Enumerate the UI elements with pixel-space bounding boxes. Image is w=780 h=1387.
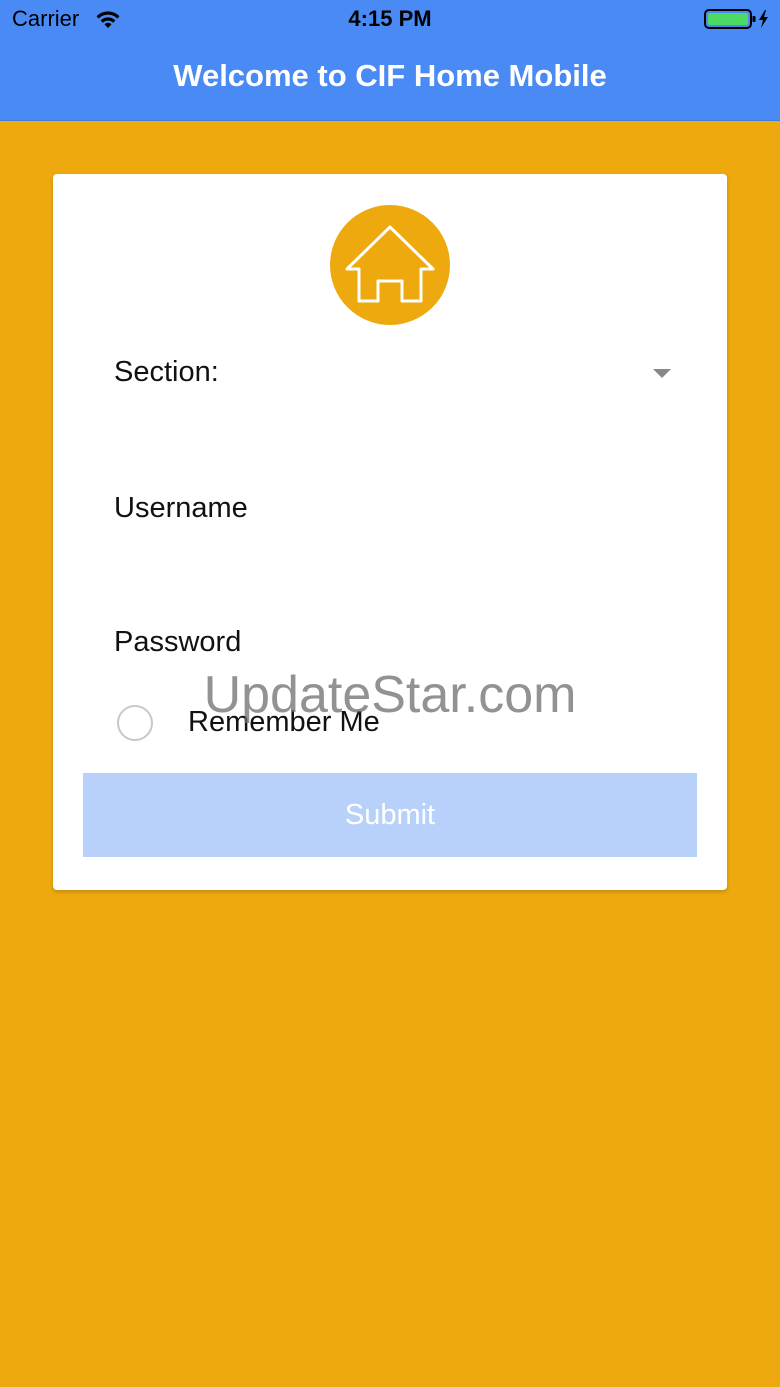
remember-me-radio[interactable] xyxy=(117,705,153,741)
top-bar: Carrier 4:15 PM Welcome to CIF Home Mobi… xyxy=(0,0,780,121)
remember-me-label[interactable]: Remember Me xyxy=(188,706,380,739)
battery-charging-icon xyxy=(704,9,768,29)
caret-down-icon[interactable] xyxy=(653,369,671,378)
status-time: 4:15 PM xyxy=(348,6,432,31)
login-card: Section: Remember Me Submit xyxy=(53,174,727,890)
section-label: Section: xyxy=(114,356,219,388)
password-input[interactable] xyxy=(114,612,674,672)
username-input[interactable] xyxy=(114,478,674,538)
section-dropdown[interactable]: Section: xyxy=(53,344,727,404)
submit-button[interactable]: Submit xyxy=(83,773,697,857)
page-title: Welcome to CIF Home Mobile xyxy=(173,58,607,93)
house-icon xyxy=(345,225,435,303)
logo xyxy=(330,205,450,325)
